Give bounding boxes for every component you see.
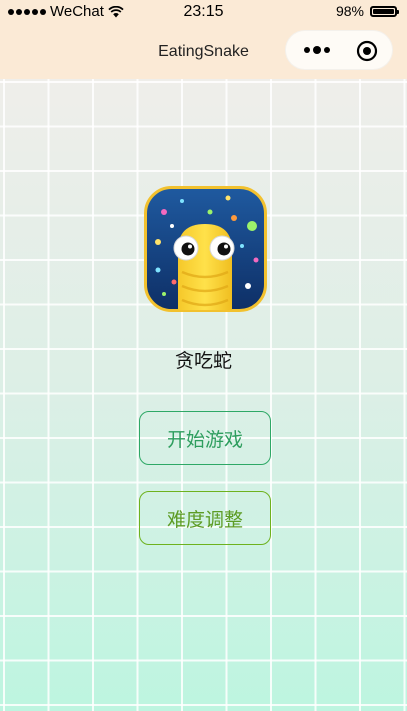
status-bar: WeChat 23:15 98% bbox=[0, 0, 407, 24]
start-game-button[interactable]: 开始游戏 bbox=[139, 411, 271, 465]
status-right: 98% bbox=[335, 3, 399, 19]
battery-percent: 98% bbox=[335, 3, 364, 19]
app-name: 贪吃蛇 bbox=[174, 351, 232, 372]
battery-icon bbox=[370, 5, 399, 17]
nav-bar: EatingSnake bbox=[0, 24, 407, 79]
battery-fill bbox=[373, 8, 394, 14]
mini-program-capsule bbox=[285, 30, 393, 70]
close-mini-program-icon[interactable] bbox=[356, 40, 378, 62]
more-options-icon[interactable] bbox=[297, 39, 337, 61]
main-content: 贪吃蛇 开始游戏 难度调整 bbox=[0, 79, 407, 711]
snake-game-icon bbox=[144, 186, 267, 312]
difficulty-settings-button[interactable]: 难度调整 bbox=[139, 491, 271, 545]
